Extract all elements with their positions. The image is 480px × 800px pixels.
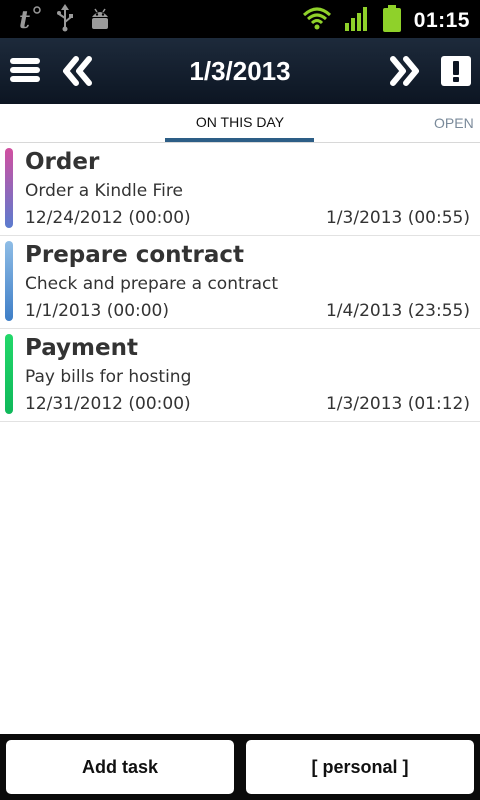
wifi-icon xyxy=(302,6,332,36)
task-end: 1/3/2013 (01:12) xyxy=(325,394,470,414)
task-start: 12/31/2012 (00:00) xyxy=(25,394,191,414)
task-description: Pay bills for hosting xyxy=(25,367,192,387)
signal-icon xyxy=(344,6,370,36)
task-color-bar xyxy=(5,148,13,228)
tasks-app-icon: t xyxy=(18,4,42,36)
task-start: 12/24/2012 (00:00) xyxy=(25,208,191,228)
status-system: 01:15 xyxy=(302,5,470,37)
svg-text:t: t xyxy=(19,5,30,32)
app-header: 1/3/2013 xyxy=(0,38,480,104)
task-color-bar xyxy=(5,241,13,321)
status-notifications: t xyxy=(18,4,112,36)
task-name: Payment xyxy=(25,335,138,361)
tab-bar: ON THIS DAY OPEN xyxy=(0,104,480,143)
next-day-icon[interactable] xyxy=(388,56,420,86)
list-selector-button[interactable]: [ personal ] xyxy=(246,740,474,794)
task-end: 1/3/2013 (00:55) xyxy=(325,208,470,228)
bottom-bar: Add task [ personal ] xyxy=(0,734,480,800)
tab-on-this-day[interactable]: ON THIS DAY xyxy=(166,114,314,130)
task-item[interactable]: Payment Pay bills for hosting 12/31/2012… xyxy=(0,329,480,422)
task-item[interactable]: Order Order a Kindle Fire 12/24/2012 (00… xyxy=(0,143,480,236)
add-task-button[interactable]: Add task xyxy=(6,740,234,794)
task-name: Prepare contract xyxy=(25,242,245,268)
task-name: Order xyxy=(25,149,100,175)
battery-icon xyxy=(382,5,402,37)
android-debug-icon xyxy=(88,4,112,36)
status-bar: t 01:15 xyxy=(0,0,480,38)
task-item[interactable]: Prepare contract Check and prepare a con… xyxy=(0,236,480,329)
task-description: Order a Kindle Fire xyxy=(25,181,183,201)
task-end: 1/4/2013 (23:55) xyxy=(325,301,470,321)
task-color-bar xyxy=(5,334,13,414)
tab-indicator xyxy=(165,138,314,142)
task-start: 1/1/2013 (00:00) xyxy=(25,301,170,321)
tab-open[interactable]: OPEN xyxy=(434,115,474,131)
alert-icon[interactable] xyxy=(441,56,471,86)
usb-icon xyxy=(56,4,74,36)
task-description: Check and prepare a contract xyxy=(25,274,279,294)
status-time: 01:15 xyxy=(413,9,470,32)
task-list: Order Order a Kindle Fire 12/24/2012 (00… xyxy=(0,143,480,422)
